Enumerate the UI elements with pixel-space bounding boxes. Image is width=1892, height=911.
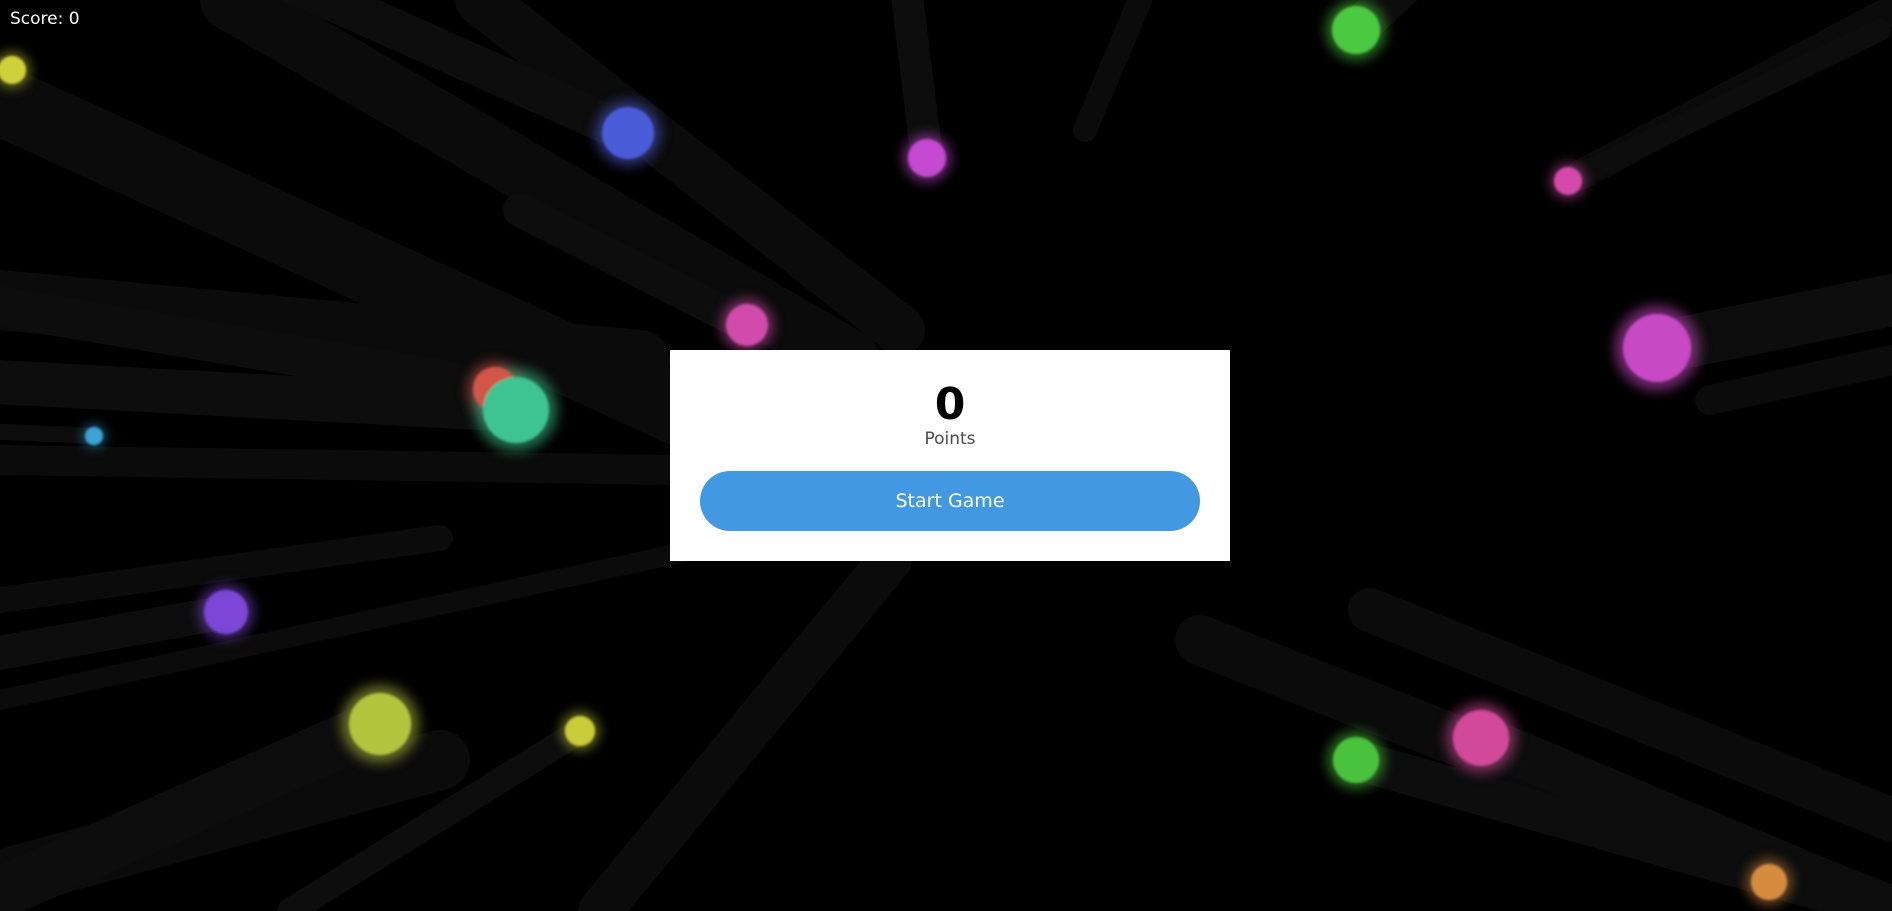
particle-orange: [1751, 864, 1787, 900]
particle-magenta-right: [1623, 314, 1691, 382]
background-streak: [578, 538, 912, 911]
background-streak: [1073, 0, 1152, 142]
start-game-button[interactable]: Start Game: [700, 471, 1200, 531]
particle-magenta-top-trail: [891, 0, 943, 174]
particle-green-bottom: [1333, 737, 1379, 783]
particle-pink-top-right-trail: [1557, 19, 1891, 192]
particle-olive-large: [349, 693, 411, 755]
particle-teal-trail: [0, 360, 538, 432]
particle-cyan: [85, 427, 103, 445]
particle-yellow-small: [565, 716, 595, 746]
points-value: 0: [934, 379, 966, 430]
background-streak: [1695, 345, 1892, 415]
score-readout: Score: 0: [10, 9, 80, 29]
particle-cyan-trail: [0, 423, 102, 444]
background-streak: [0, 445, 695, 485]
particle-teal: [483, 377, 549, 443]
particle-blue: [602, 107, 654, 159]
particle-purple: [204, 590, 248, 634]
points-caption: Points: [924, 429, 976, 449]
particle-pink-top-right: [1554, 167, 1582, 195]
game-stage: Score: 0 0 Points Start Game: [0, 0, 1892, 911]
start-modal: 0 Points Start Game: [670, 350, 1230, 561]
particle-magenta-top: [908, 139, 946, 177]
particle-green-top: [1332, 6, 1380, 54]
particle-pink-bottom: [1453, 710, 1509, 766]
particle-pink-center: [726, 304, 768, 346]
